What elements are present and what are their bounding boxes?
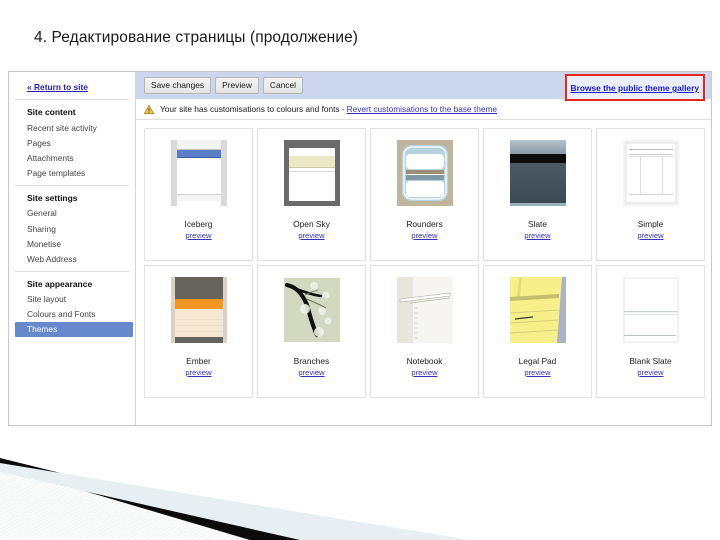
sidebar-item-general[interactable]: General [9, 206, 135, 221]
theme-thumbnail-blank-slate [619, 275, 682, 347]
sidebar-item-pages[interactable]: Pages [9, 135, 135, 150]
theme-card-rounders[interactable]: Rounders preview [370, 128, 479, 261]
sidebar-item-monetise[interactable]: Monetise [9, 236, 135, 251]
page-title: 4. Редактирование страницы (продолжение) [34, 29, 359, 46]
theme-card-open-sky[interactable]: Open Sky preview [257, 128, 366, 261]
save-changes-button[interactable]: Save changes [144, 77, 212, 94]
theme-name: Ember [186, 356, 211, 366]
theme-thumbnail-ember [167, 275, 230, 347]
theme-card-slate[interactable]: Slate preview [483, 128, 592, 261]
theme-thumbnail-rounders [393, 138, 456, 210]
theme-card-blank-slate[interactable]: Blank Slate preview [596, 265, 705, 398]
sidebar-divider [15, 270, 129, 272]
theme-preview-link[interactable]: preview [637, 231, 663, 240]
sidebar-item-attachments[interactable]: Attachments [9, 150, 135, 165]
slide-corner-decoration [0, 458, 470, 540]
sidebar-item-sharing[interactable]: Sharing [9, 221, 135, 236]
theme-card-ember[interactable]: Ember preview [144, 265, 253, 398]
theme-preview-link[interactable]: preview [411, 368, 437, 377]
slide-canvas: 4. Редактирование страницы (продолжение)… [0, 0, 720, 540]
theme-thumbnail-open-sky [280, 138, 343, 210]
sidebar-divider [15, 99, 129, 100]
preview-button[interactable]: Preview [215, 77, 259, 94]
sidebar-item-site-layout[interactable]: Site layout [9, 292, 135, 307]
sidebar-item-page-templates[interactable]: Page templates [9, 166, 135, 181]
theme-thumbnail-slate [506, 138, 569, 210]
warning-triangle-icon [144, 104, 154, 114]
sidebar-heading-site-settings: Site settings [27, 192, 78, 203]
theme-thumbnail-legal-pad [506, 275, 569, 347]
theme-preview-link[interactable]: preview [411, 231, 437, 240]
theme-preview-link[interactable]: preview [298, 231, 324, 240]
theme-card-iceberg[interactable]: Iceberg preview [144, 128, 253, 261]
theme-card-simple[interactable]: Simple preview [596, 128, 705, 261]
theme-preview-link[interactable]: preview [524, 368, 550, 377]
notice-text: Your site has customisations to colours … [160, 104, 345, 114]
theme-name: Branches [293, 356, 330, 366]
theme-card-legal-pad[interactable]: Legal Pad preview [483, 265, 592, 398]
theme-preview-link[interactable]: preview [637, 368, 663, 377]
theme-name: Slate [527, 219, 548, 229]
sidebar-item-web-address[interactable]: Web Address [9, 251, 135, 266]
theme-grid: Iceberg preview Open Sky preview Rounder… [136, 120, 711, 404]
theme-thumbnail-iceberg [167, 138, 230, 210]
sidebar-heading-site-appearance: Site appearance [27, 278, 93, 289]
theme-thumbnail-branches [280, 275, 343, 347]
revert-customisations-link[interactable]: Revert customisations to the base theme [347, 104, 497, 114]
sidebar-divider [15, 184, 129, 186]
theme-name: Open Sky [293, 219, 330, 229]
theme-thumbnail-simple [619, 138, 682, 210]
theme-preview-link[interactable]: preview [524, 231, 550, 240]
embedded-screenshot: « Return to site Site content Recent sit… [8, 71, 712, 426]
sidebar-item-recent-site-activity[interactable]: Recent site activity [9, 120, 135, 135]
content-area: Save changes Preview Cancel Browse the p… [136, 72, 711, 425]
theme-name: Notebook [406, 356, 443, 366]
cancel-button[interactable]: Cancel [262, 77, 303, 94]
theme-name: Iceberg [184, 219, 213, 229]
theme-name: Simple [637, 219, 664, 229]
theme-thumbnail-notebook [393, 275, 456, 347]
theme-card-notebook[interactable]: Notebook preview [370, 265, 479, 398]
customisation-notice-bar: Your site has customisations to colours … [136, 99, 711, 120]
theme-name: Rounders [406, 219, 443, 229]
theme-preview-link[interactable]: preview [185, 231, 211, 240]
sidebar-return-to-site-link[interactable]: « Return to site [9, 82, 135, 92]
sidebar-item-colours-and-fonts[interactable]: Colours and Fonts [9, 307, 135, 322]
theme-name: Blank Slate [629, 356, 672, 366]
browse-public-theme-gallery-link[interactable]: Browse the public theme gallery [571, 83, 699, 93]
action-toolbar: Save changes Preview Cancel Browse the p… [136, 72, 711, 101]
theme-card-branches[interactable]: Branches preview [257, 265, 366, 398]
theme-preview-link[interactable]: preview [298, 368, 324, 377]
sidebar-heading-site-content: Site content [27, 107, 76, 117]
sidebar-item-themes[interactable]: Themes [15, 321, 133, 338]
sidebar: « Return to site Site content Recent sit… [9, 72, 136, 425]
theme-preview-link[interactable]: preview [185, 368, 211, 377]
theme-name: Legal Pad [518, 356, 557, 366]
gallery-link-highlight-box: Browse the public theme gallery [564, 74, 705, 101]
